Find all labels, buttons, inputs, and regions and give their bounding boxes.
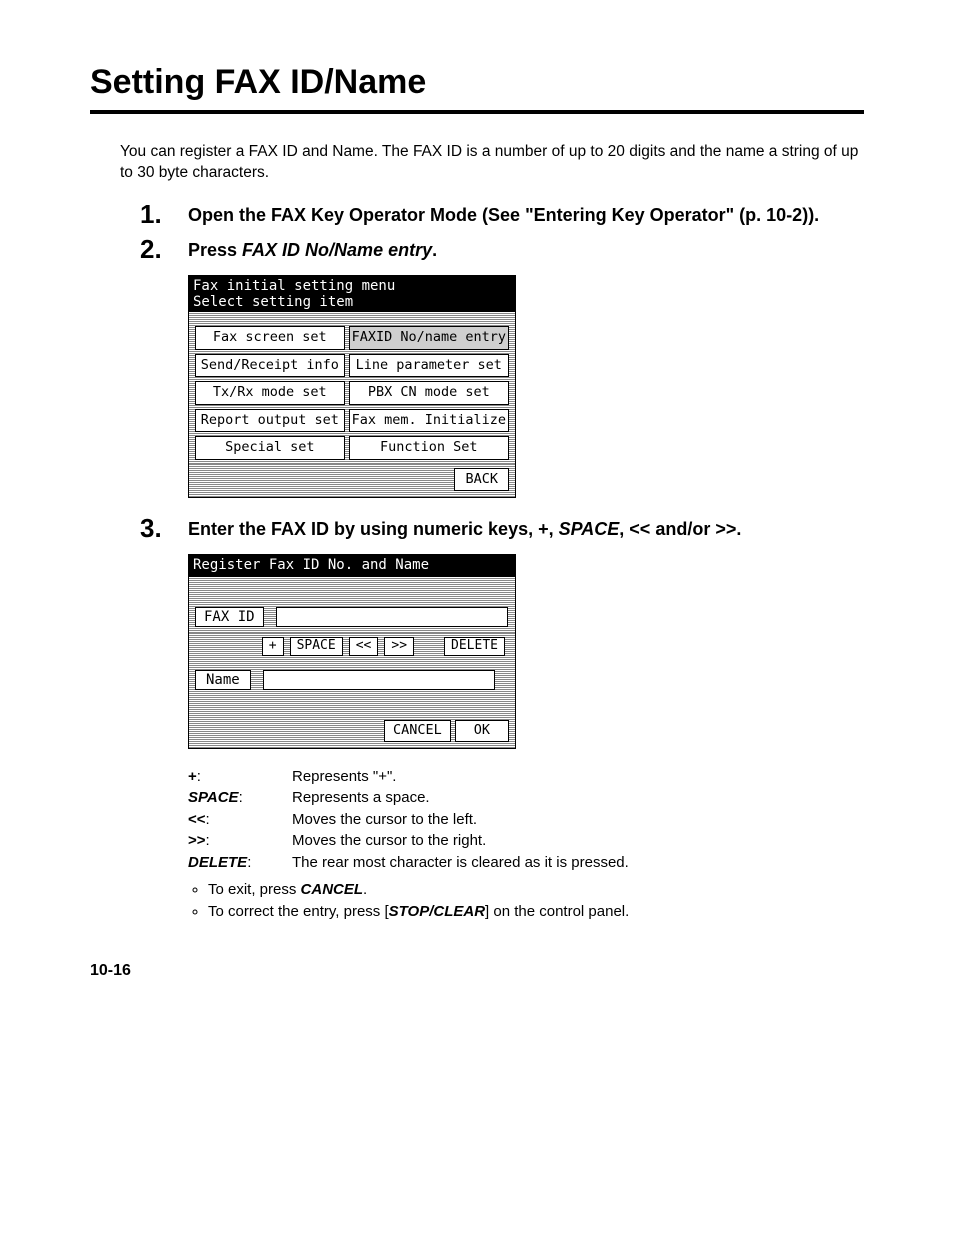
- def-term: DELETE:: [188, 853, 292, 873]
- step-text: Press FAX ID No/Name entry.: [188, 237, 864, 262]
- screen-hatch: [189, 696, 515, 716]
- name-row: Name: [189, 664, 515, 696]
- step-number: 2.: [140, 233, 162, 267]
- def-row: <<: Moves the cursor to the left.: [188, 810, 864, 830]
- def-row: >>: Moves the cursor to the right.: [188, 831, 864, 851]
- function-set-button[interactable]: Function Set: [349, 436, 509, 460]
- screen-footer: BACK: [189, 464, 515, 498]
- page-number: 10-16: [90, 961, 864, 982]
- step-text: Enter the FAX ID by using numeric keys, …: [188, 516, 864, 541]
- def-desc: The rear most character is cleared as it…: [292, 853, 629, 873]
- step-3: 3. Enter the FAX ID by using numeric key…: [140, 516, 864, 921]
- cancel-button[interactable]: CANCEL: [384, 720, 451, 742]
- fax-mem-initialize-button[interactable]: Fax mem. Initialize: [349, 409, 509, 433]
- space-button[interactable]: SPACE: [290, 637, 343, 656]
- cursor-right-button[interactable]: >>: [384, 637, 414, 656]
- def-desc: Represents a space.: [292, 788, 430, 808]
- screen-register-fax-id: Register Fax ID No. and Name FAX ID + SP…: [188, 554, 516, 749]
- list-item: To correct the entry, press [STOP/CLEAR]…: [208, 902, 864, 922]
- notes-list: To exit, press CANCEL. To correct the en…: [188, 880, 864, 921]
- screen-hatch: [189, 577, 515, 601]
- list-item: To exit, press CANCEL.: [208, 880, 864, 900]
- def-row: +: Represents "+".: [188, 767, 864, 787]
- def-desc: Represents "+".: [292, 767, 396, 787]
- step-2: 2. Press FAX ID No/Name entry. Fax initi…: [140, 237, 864, 498]
- screen-hatch: [189, 312, 515, 322]
- step-text-italic: SPACE: [559, 519, 620, 539]
- faxid-input[interactable]: [276, 607, 508, 627]
- screen-footer: CANCEL OK: [189, 716, 515, 748]
- name-input[interactable]: [263, 670, 495, 690]
- screen-header: Register Fax ID No. and Name: [189, 555, 515, 577]
- def-row: DELETE: The rear most character is clear…: [188, 853, 864, 873]
- def-term: >>:: [188, 831, 292, 851]
- name-label-button[interactable]: Name: [195, 670, 251, 690]
- fax-screen-set-button[interactable]: Fax screen set: [195, 326, 345, 350]
- step-text-italic: FAX ID No/Name entry: [242, 240, 432, 260]
- back-button[interactable]: BACK: [454, 468, 509, 492]
- special-set-button[interactable]: Special set: [195, 436, 345, 460]
- screen-fax-initial-menu: Fax initial setting menu Select setting …: [188, 275, 516, 498]
- step-text: Open the FAX Key Operator Mode (See "Ent…: [188, 202, 864, 227]
- def-term: +:: [188, 767, 292, 787]
- ok-button[interactable]: OK: [455, 720, 509, 742]
- def-desc: Moves the cursor to the right.: [292, 831, 486, 851]
- edit-button-row: + SPACE << >> DELETE: [189, 633, 515, 664]
- faxid-label-button[interactable]: FAX ID: [195, 607, 264, 627]
- screen-button-grid: Fax screen set FAXID No/name entry Send/…: [189, 322, 515, 464]
- faxid-row: FAX ID: [189, 601, 515, 633]
- cursor-left-button[interactable]: <<: [349, 637, 379, 656]
- send-receipt-info-button[interactable]: Send/Receipt info: [195, 354, 345, 378]
- step-text-prefix: Enter the FAX ID by using numeric keys, …: [188, 519, 559, 539]
- plus-button[interactable]: +: [262, 637, 284, 656]
- step-text-prefix: Press: [188, 240, 242, 260]
- def-term: SPACE:: [188, 788, 292, 808]
- line-parameter-set-button[interactable]: Line parameter set: [349, 354, 509, 378]
- step-text-suffix: .: [432, 240, 437, 260]
- pbx-cn-mode-set-button[interactable]: PBX CN mode set: [349, 381, 509, 405]
- report-output-set-button[interactable]: Report output set: [195, 409, 345, 433]
- step-number: 3.: [140, 512, 162, 546]
- screen-header: Fax initial setting menu Select setting …: [189, 276, 515, 312]
- tx-rx-mode-set-button[interactable]: Tx/Rx mode set: [195, 381, 345, 405]
- def-desc: Moves the cursor to the left.: [292, 810, 477, 830]
- spacer: [420, 637, 438, 656]
- def-row: SPACE: Represents a space.: [188, 788, 864, 808]
- def-term: <<:: [188, 810, 292, 830]
- delete-button[interactable]: DELETE: [444, 637, 505, 656]
- step-1: 1. Open the FAX Key Operator Mode (See "…: [140, 202, 864, 227]
- step-number: 1.: [140, 198, 162, 232]
- page-title: Setting FAX ID/Name: [90, 60, 864, 104]
- intro-paragraph: You can register a FAX ID and Name. The …: [120, 142, 864, 184]
- faxid-no-name-entry-button[interactable]: FAXID No/name entry: [349, 326, 509, 350]
- title-rule: [90, 110, 864, 114]
- step-text-suffix: , << and/or >>.: [619, 519, 741, 539]
- key-definitions: +: Represents "+". SPACE: Represents a s…: [188, 767, 864, 873]
